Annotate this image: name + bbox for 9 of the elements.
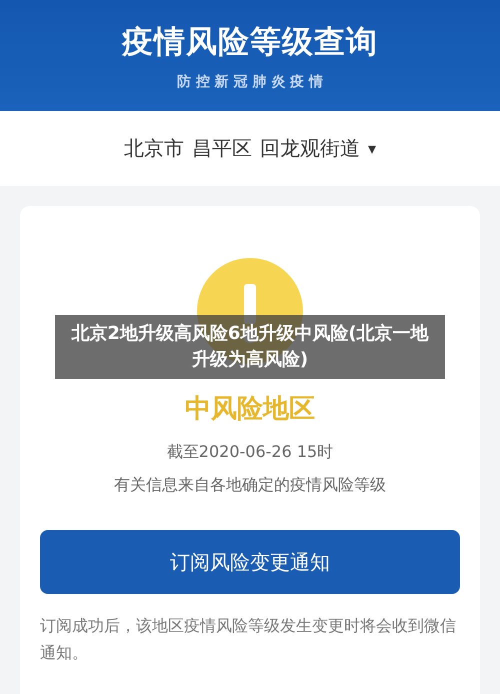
subscribe-button[interactable]: 订阅风险变更通知 [40,530,460,594]
risk-level-label: 中风险地区 [185,393,315,426]
source-text: 有关信息来自各地确定的疫情风险等级 [114,475,386,496]
location-selector[interactable]: 北京市 昌平区 回龙观街道 ▾ [0,111,500,186]
news-caption: 北京2地升级高风险6地升级中风险(北京一地升级为高风险) [55,315,445,379]
page-title: 疫情风险等级查询 [122,22,378,62]
timestamp-text: 截至2020-06-26 15时 [166,442,334,463]
page-subtitle: 防 控 新 冠 肺 炎 疫 情 [176,72,324,90]
subscription-note: 订阅成功后，该地区疫情风险等级发生变更时将会收到微信通知。 [40,615,457,664]
